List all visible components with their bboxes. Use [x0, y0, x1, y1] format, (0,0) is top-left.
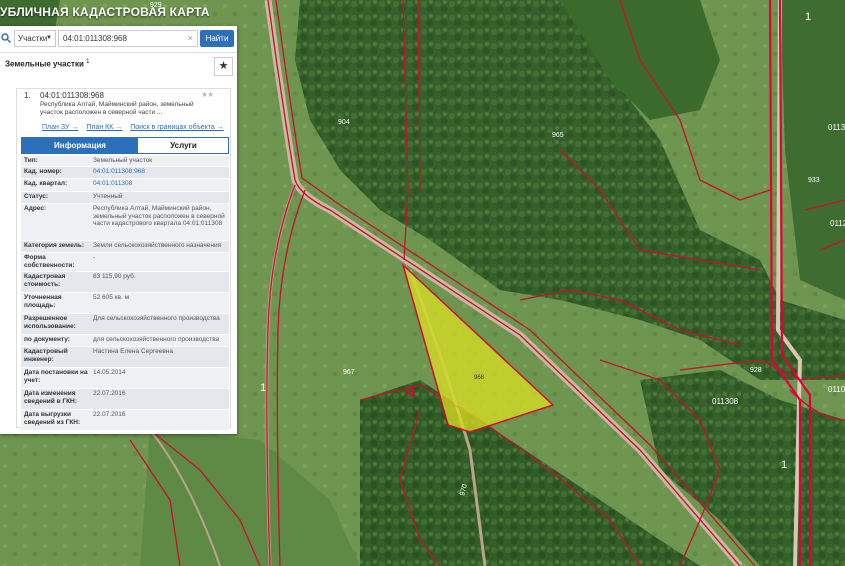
quarter-label: 01130: [828, 123, 845, 132]
row-value[interactable]: 04:01:011308: [93, 180, 227, 188]
row-value: Земельный участок: [93, 157, 153, 164]
quarter-label: 011308: [712, 397, 739, 406]
table-row: Форма собственности: -: [21, 253, 229, 272]
row-label: Разрешенное использование:: [24, 315, 76, 330]
table-row: Кадастровая стоимость: 83 115,90 руб.: [21, 272, 229, 293]
app-title: УБЛИЧНАЯ КАДАСТРОВАЯ КАРТА: [0, 5, 210, 19]
row-label: Категория земель:: [24, 242, 85, 249]
result-tabs: Информация Услуги: [21, 137, 229, 154]
quarter-label: 0110: [828, 385, 845, 394]
table-row: Тип: Земельный участок: [21, 156, 229, 167]
table-row: Кад. квартал: 04:01:011308: [21, 179, 229, 192]
row-value: 83 115,90 руб.: [93, 273, 136, 280]
row-label: по документу:: [24, 336, 70, 343]
row-value: Учтенный: [93, 193, 123, 200]
parcel-label: 967: [343, 369, 355, 376]
row-label: Дата постановки на учет:: [24, 369, 88, 384]
favorite-star-icon[interactable]: ★: [214, 57, 233, 76]
object-type-select[interactable]: Участки ▼: [14, 30, 56, 47]
table-row: Адрес: Республика Алтай, Майминский район…: [21, 204, 229, 241]
row-value: для сельскохозяйственного производства: [93, 336, 220, 343]
table-row: Дата выгрузки сведений из ГКН: 22.07.2016: [21, 410, 229, 431]
row-label: Кад. квартал:: [24, 180, 68, 187]
object-type-value: Участки: [18, 34, 48, 43]
search-bar: Участки ▼ 04:01:011308:968 × Найти: [0, 26, 237, 53]
result-card: 1. 04:01:011308:968 ★★ Республика Алтай,…: [16, 88, 231, 431]
quarter-plan-link[interactable]: План КК →: [86, 124, 122, 131]
result-title[interactable]: 04:01:011308:968: [40, 91, 104, 100]
quarter-label: 0112: [830, 219, 845, 228]
table-row: Разрешенное использование: Для сельскохоз…: [21, 314, 229, 335]
table-row: Дата постановки на учет: 14.05.2014: [21, 368, 229, 389]
search-input[interactable]: 04:01:011308:968 ×: [58, 30, 198, 47]
row-value: 14.05.2014: [93, 369, 126, 376]
row-value: 22.07.2016: [93, 411, 126, 418]
zone-label: 4: [406, 384, 415, 401]
parcel-label: 933: [808, 177, 820, 184]
row-label: Дата выгрузки сведений из ГКН:: [24, 411, 81, 426]
zone-label: 1: [805, 11, 811, 23]
row-value: Земли сельскохозяйственного назначения: [93, 242, 222, 249]
zone-label: 1: [781, 459, 787, 471]
result-number: 1.: [24, 91, 31, 100]
table-row: Дата изменения сведений в ГКН: 22.07.2016: [21, 389, 229, 410]
row-label: Форма собственности:: [24, 254, 75, 269]
result-links: План ЗУ → План КК → Поиск в границах объ…: [42, 124, 230, 131]
row-label: Статус:: [24, 193, 49, 200]
row-value: 52 605 кв. м: [93, 294, 130, 301]
tab-info[interactable]: Информация: [22, 138, 138, 153]
section-title-text: Земельные участки: [5, 59, 84, 69]
close-icon[interactable]: ×: [188, 31, 193, 46]
parcel-label: 968: [474, 375, 485, 381]
row-value: -: [93, 254, 96, 261]
search-in-bounds-link[interactable]: Поиск в границах объекта →: [130, 124, 224, 131]
row-label: Кад. номер:: [24, 168, 62, 175]
table-row: Кадастровый инженер: Настина Елена Сергее…: [21, 347, 229, 368]
row-label: Адрес:: [24, 205, 47, 212]
table-row: Категория земель: Земли сельскохозяйствен…: [21, 241, 229, 253]
search-input-value: 04:01:011308:968: [63, 34, 127, 43]
chevron-down-icon: ▼: [46, 35, 52, 41]
parcel-label: 928: [750, 367, 762, 374]
table-row: Статус: Учтенный: [21, 192, 229, 204]
parcel-label: 904: [338, 119, 350, 126]
row-label: Уточненная площадь:: [24, 294, 62, 309]
row-label: Дата изменения сведений в ГКН:: [24, 390, 77, 405]
row-value: 22.07.2016: [93, 390, 126, 397]
details-table: Тип: Земельный участок Кад. номер: 04:01:0…: [21, 156, 229, 431]
search-panel: Участки ▼ 04:01:011308:968 × Найти Земел…: [0, 26, 237, 434]
row-value: Настина Елена Сергеевна: [93, 348, 173, 355]
table-row: по документу: для сельскохозяйственного п…: [21, 335, 229, 347]
parcel-plan-link[interactable]: План ЗУ →: [42, 124, 78, 131]
row-value[interactable]: 04:01:011308:968: [93, 168, 227, 176]
tab-services[interactable]: Услуги: [138, 138, 229, 153]
section-title: Земельные участки 1: [5, 59, 89, 69]
table-row: Уточненная площадь: 52 605 кв. м: [21, 293, 229, 314]
find-button[interactable]: Найти: [200, 30, 234, 47]
zone-label: 1: [260, 382, 266, 394]
result-address: Республика Алтай, Майминский район, земе…: [40, 101, 194, 116]
row-label: Тип:: [24, 157, 38, 164]
parcel-label: 965: [552, 132, 564, 139]
search-icon: [1, 33, 11, 43]
row-label: Кадастровый инженер:: [24, 348, 68, 363]
row-value: Для сельскохозяйственного производства: [93, 315, 220, 322]
row-value: Республика Алтай, Майминский район, земе…: [93, 205, 225, 227]
table-row: Кад. номер: 04:01:011308:968: [21, 167, 229, 179]
rating-star-icon[interactable]: ★★: [201, 90, 214, 99]
result-count: 1: [86, 59, 90, 65]
row-label: Кадастровая стоимость:: [24, 273, 66, 288]
